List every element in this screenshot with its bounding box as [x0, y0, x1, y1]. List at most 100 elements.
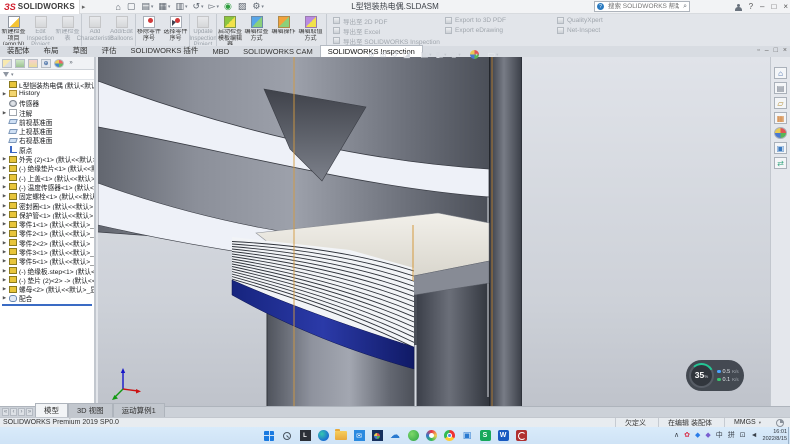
close-button[interactable]: × [783, 0, 788, 14]
taskbar-app[interactable]: ☁ [388, 429, 402, 443]
expand-arrow-icon[interactable]: ▶ [2, 258, 7, 264]
ribbon-button[interactable]: 编辑取值方式 [297, 14, 324, 46]
doc-window-control[interactable]: ▫ [757, 47, 759, 54]
taskbar-app[interactable]: W [496, 429, 510, 443]
tree-filter[interactable]: ▾ [0, 70, 94, 80]
headsup-tool[interactable]: ▣▾ [421, 48, 432, 61]
ribbon-tab[interactable]: SOLIDWORKS 插件 [124, 44, 206, 57]
taskbar-app[interactable]: L [298, 429, 312, 443]
export-menu-item[interactable]: 导出至 2D PDF [333, 16, 441, 25]
ribbon-button[interactable]: Add/Edit Balloons [108, 14, 135, 46]
expand-arrow-icon[interactable]: ▶ [2, 175, 7, 181]
restore-button[interactable]: □ [771, 0, 776, 14]
tree-row[interactable]: ▶ 零件2<2> (默认<<默认>_显示状态 [0, 238, 94, 247]
taskbar-app[interactable] [514, 429, 528, 443]
qat-button[interactable]: ⚙▾ [250, 1, 266, 12]
task-pane-tab-icon[interactable]: ▦ [774, 112, 787, 124]
tree-row[interactable]: ▶ 零件2<1> (默认<<默认>_显示状态 [0, 229, 94, 238]
tree-row[interactable]: 传感器 [0, 99, 94, 108]
help-search-box[interactable]: ? ⌕ [594, 1, 690, 12]
tray-icon[interactable]: ∧ [674, 428, 679, 444]
taskbar-app[interactable]: ▣ [460, 429, 474, 443]
tree-row[interactable]: ▶ (-) 上盖<1> (默认<<默认>_显示状 [0, 173, 94, 182]
task-pane-tab-icon[interactable]: ▱ [774, 97, 787, 109]
ribbon-button[interactable]: 编辑操作 [270, 14, 297, 46]
ribbon-button[interactable]: 移除零件序号 [135, 14, 162, 46]
tree-row[interactable]: ▶ (-) 垫片 (2)<2> -> (默认<<默认>_ [0, 275, 94, 284]
expand-arrow-icon[interactable]: ▶ [2, 240, 7, 246]
tree-row[interactable]: 右视基准面 [0, 136, 94, 145]
tray-icon[interactable]: 中 [716, 428, 723, 444]
export-menu-item[interactable]: Net-Inspect [557, 26, 649, 35]
expand-arrow-icon[interactable]: ▶ [2, 249, 7, 255]
panel-tab-icon[interactable] [15, 59, 25, 68]
export-menu-item[interactable]: Export eDrawing [445, 26, 553, 35]
tree-row[interactable]: ▶ 固定螺栓<1> (默认<<默认>_显示 [0, 192, 94, 201]
tree-row[interactable]: 前视基准面 [0, 117, 94, 126]
expand-arrow-icon[interactable]: ▶ [2, 230, 7, 236]
export-menu-item[interactable]: 导出至 Excel [333, 26, 441, 35]
document-tab[interactable]: 3D 视图 [68, 403, 113, 417]
tab-scroll-button[interactable]: ‹ [10, 408, 17, 416]
taskbar-app[interactable] [424, 429, 438, 443]
search-input[interactable] [606, 2, 681, 11]
status-item[interactable]: 在编辑 装配体 [658, 418, 724, 427]
taskbar-app[interactable] [442, 429, 456, 443]
taskbar-app[interactable] [262, 429, 276, 443]
rollback-bar[interactable] [2, 304, 92, 306]
ribbon-button[interactable]: 新建检查项目 (amp;N) [0, 14, 27, 46]
headsup-tool[interactable]: ⊕ [368, 48, 376, 61]
ribbon-button[interactable]: Add Characteristic [81, 14, 108, 46]
qat-button[interactable]: ▥▾ [173, 1, 189, 12]
tree-row[interactable]: 上视基准面 [0, 126, 94, 135]
tree-row[interactable]: ▶ 零件3<1> (默认<<默认>_显示状态 [0, 247, 94, 256]
tree-row[interactable]: ▶ 注解 [0, 108, 94, 117]
expand-arrow-icon[interactable]: ▶ [2, 286, 7, 292]
tab-scroll-button[interactable]: « [2, 408, 9, 416]
document-tab[interactable]: 模型 [35, 403, 68, 417]
qat-button[interactable]: ↺▾ [190, 1, 205, 12]
headsup-tool[interactable]: ▭▾ [488, 48, 499, 61]
expand-arrow-icon[interactable]: ▶ [2, 295, 7, 301]
doc-window-control[interactable]: × [783, 47, 787, 54]
login-icon[interactable] [735, 4, 742, 11]
tray-icon[interactable]: ✿ [684, 428, 690, 444]
taskbar-app[interactable] [280, 429, 294, 443]
tray-icon[interactable]: ◄ [751, 428, 758, 444]
tree-row[interactable]: ▶ 密封圈<1> (默认<<默认>_显示状 [0, 201, 94, 210]
tray-icon[interactable]: ◆ [705, 428, 710, 444]
panel-tab-icon[interactable]: » [67, 59, 75, 68]
minimize-button[interactable]: – [760, 0, 764, 14]
qat-button[interactable]: ▨ [236, 1, 250, 12]
help-icon[interactable]: ? [749, 0, 753, 14]
headsup-tool[interactable]: ⊞ [380, 48, 388, 61]
export-menu-item[interactable]: 导出至 SOLIDWORKS Inspection 项目 [333, 36, 441, 45]
export-menu-item[interactable]: QualityXpert [557, 16, 649, 25]
expand-arrow-icon[interactable]: ▶ [2, 221, 7, 227]
panel-tab-icon[interactable] [2, 59, 12, 68]
expand-arrow-icon[interactable]: ▶ [2, 203, 7, 209]
system-monitor-overlay[interactable]: 35 % 0.5K/s 0.1K/s [686, 360, 744, 391]
headsup-tool[interactable]: ◧▾ [436, 48, 447, 61]
panel-tab-icon[interactable] [28, 59, 38, 68]
expand-arrow-icon[interactable]: ▶ [2, 212, 7, 218]
ribbon-tab[interactable]: 草图 [66, 44, 95, 57]
headsup-tool[interactable]: ◎▾ [450, 48, 460, 61]
doc-window-control[interactable]: □ [774, 47, 778, 54]
ribbon-tab[interactable]: 装配体 [0, 44, 37, 57]
task-pane-tab-icon[interactable]: ▤ [774, 82, 787, 94]
task-pane-tab-icon[interactable]: ⌂ [774, 67, 787, 79]
expand-arrow-icon[interactable]: ▶ [2, 184, 7, 190]
tree-row[interactable]: ▶ History [0, 89, 94, 98]
ribbon-button[interactable]: 启动检查模板编辑器 [216, 14, 243, 46]
graphics-viewport[interactable] [98, 57, 770, 406]
panel-tab-icon[interactable] [54, 59, 64, 68]
headsup-tool[interactable]: ↺ [391, 48, 399, 61]
taskbar-app[interactable] [316, 429, 330, 443]
expand-arrow-icon[interactable]: ▶ [2, 156, 7, 162]
tab-scroll-button[interactable]: › [18, 408, 25, 416]
expand-arrow-icon[interactable]: ▶ [2, 268, 7, 274]
tree-row[interactable]: 原点 [0, 145, 94, 154]
qat-button[interactable]: ⌂ [113, 2, 123, 12]
qat-button[interactable]: ◉ [222, 1, 235, 12]
